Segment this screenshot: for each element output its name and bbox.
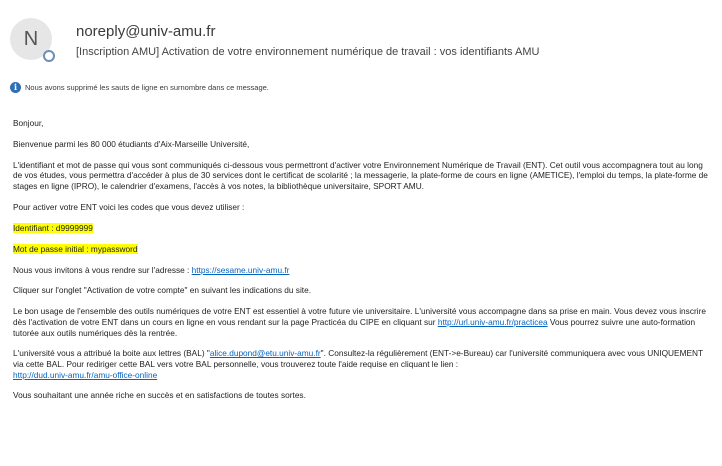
mailbox-text: L'université vous a attribué la boite au… bbox=[13, 348, 210, 359]
mailbox-address-link[interactable]: alice.dupond@etu.univ-amu.fr bbox=[210, 348, 321, 358]
invite-text: Nous vous invitons à vous rendre sur l'a… bbox=[13, 264, 192, 275]
info-bar: i Nous avons supprimé les sauts de ligne… bbox=[10, 80, 269, 94]
invite-paragraph: Nous vous invitons à vous rendre sur l'a… bbox=[13, 265, 713, 276]
message-body: Bonjour, Bienvenue parmi les 80 000 étud… bbox=[13, 118, 713, 411]
identifier-highlight: Identifiant : d9999999 bbox=[13, 222, 93, 233]
presence-status-icon bbox=[43, 50, 55, 62]
mailbox-paragraph: L'université vous a attribué la boite au… bbox=[13, 348, 713, 380]
office-online-link[interactable]: http://dud.univ-amu.fr/amu-office-online bbox=[13, 370, 157, 380]
welcome-paragraph: Bienvenue parmi les 80 000 étudiants d'A… bbox=[13, 138, 250, 149]
usage-paragraph: Le bon usage de l'ensemble des outils nu… bbox=[13, 306, 713, 338]
sesame-link[interactable]: https://sesame.univ-amu.fr bbox=[192, 265, 290, 275]
password-highlight: Mot de passe initial : mypassword bbox=[13, 243, 138, 254]
practicea-link[interactable]: http://url.univ-amu.fr/practicea bbox=[438, 317, 548, 327]
click-tab-paragraph: Cliquer sur l'onglet "Activation de votr… bbox=[13, 285, 312, 296]
sender-address[interactable]: noreply@univ-amu.fr bbox=[76, 23, 215, 40]
info-text: Nous avons supprimé les sauts de ligne e… bbox=[25, 82, 269, 92]
message-subject: [Inscription AMU] Activation de votre en… bbox=[76, 46, 540, 58]
codes-intro: Pour activer votre ENT voici les codes q… bbox=[13, 201, 245, 212]
identifier-line: Identifiant : d9999999 bbox=[13, 222, 713, 234]
info-icon: i bbox=[10, 81, 21, 93]
password-line: Mot de passe initial : mypassword bbox=[13, 243, 713, 255]
message-header: N noreply@univ-amu.fr [Inscription AMU] … bbox=[0, 0, 722, 70]
closing-paragraph: Vous souhaitant une année riche en succè… bbox=[13, 390, 306, 401]
intro-paragraph: L'identifiant et mot de passe qui vous s… bbox=[13, 159, 708, 191]
greeting: Bonjour, bbox=[13, 118, 44, 128]
